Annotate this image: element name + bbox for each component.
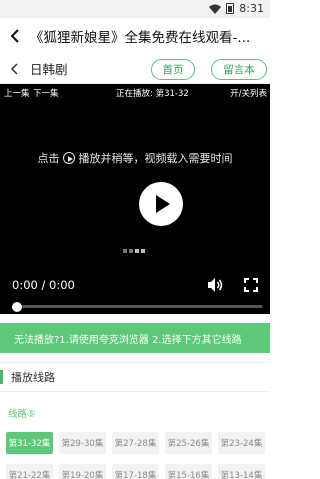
episode-item[interactable]: 第19-20集 [59, 464, 106, 479]
playback-notice: 无法播放?1.请使用夸克浏览器 2.选择下方其它线路 [0, 323, 270, 353]
back-button[interactable] [0, 18, 30, 54]
battery-icon [226, 3, 235, 14]
title-bar: 《狐狸新娘星》全集免费在线观看-... [0, 18, 270, 54]
loader-dot [129, 249, 133, 253]
hint-prefix: 点击 [37, 152, 60, 165]
loading-indicator [123, 249, 145, 253]
loader-dot [123, 249, 127, 253]
play-circle-icon [63, 152, 75, 164]
loader-dot [135, 249, 139, 253]
section-header: 播放线路 [0, 362, 270, 392]
episode-item[interactable]: 第31-32集 [6, 432, 53, 454]
loader-dot [141, 249, 145, 253]
progress-knob[interactable] [12, 301, 22, 312]
toggle-list-button[interactable]: 开/关列表 [230, 87, 267, 99]
section-accent-bar [0, 370, 3, 384]
page-title: 《狐狸新娘星》全集免费在线观看-... [30, 30, 251, 46]
progress-bar[interactable] [12, 301, 262, 312]
hint-suffix: 播放并稍等，视频载入需要时间 [78, 152, 233, 165]
volume-icon[interactable] [207, 277, 223, 293]
player-top-bar: 上一集 下一集 正在播放: 第31-32 开/关列表 [0, 87, 270, 101]
line-selector[interactable]: 线路⑤ [8, 406, 36, 420]
prev-episode-button[interactable]: 上一集 [4, 87, 30, 99]
wifi-icon [209, 4, 222, 14]
episode-item[interactable]: 第13-14集 [218, 464, 265, 479]
video-player[interactable]: 上一集 下一集 正在播放: 第31-32 开/关列表 点击 播放并稍等，视频载入… [0, 84, 270, 314]
episode-item[interactable]: 第15-16集 [165, 464, 212, 479]
category-label: 日韩剧 [30, 62, 68, 77]
play-hint: 点击 播放并稍等，视频载入需要时间 [0, 150, 270, 166]
category-back-button[interactable] [0, 54, 28, 84]
section-label: 播放线路 [11, 371, 55, 384]
episode-item[interactable]: 第23-24集 [218, 432, 265, 454]
episode-item[interactable]: 第17-18集 [112, 464, 159, 479]
chevron-left-icon [10, 62, 18, 75]
episode-item[interactable]: 第21-22集 [6, 464, 53, 479]
timecode: 0:00 / 0:00 [12, 278, 75, 292]
status-time: 8:31 [239, 2, 264, 15]
message-board-button[interactable]: 留言本 [211, 59, 267, 80]
home-button[interactable]: 首页 [151, 59, 195, 80]
back-arrow-icon [10, 29, 19, 43]
episode-item[interactable]: 第29-30集 [59, 432, 106, 454]
status-bar: 8:31 [0, 0, 270, 18]
fullscreen-icon[interactable] [244, 278, 258, 292]
episode-item[interactable]: 第27-28集 [112, 432, 159, 454]
next-episode-button[interactable]: 下一集 [33, 87, 59, 99]
play-button[interactable] [139, 182, 183, 226]
sub-nav: 日韩剧 首页 留言本 [0, 54, 270, 84]
episode-item[interactable]: 第25-26集 [165, 432, 212, 454]
now-playing-label: 正在播放: 第31-32 [116, 89, 189, 99]
